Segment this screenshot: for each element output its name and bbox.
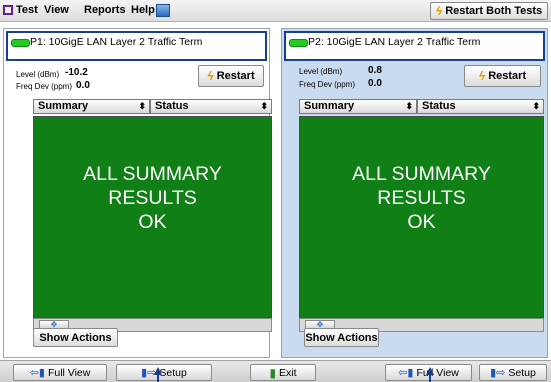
level-value: -10.2 [65,67,88,78]
restart-both-tests-label: Restart Both Tests [445,5,543,17]
menu-test[interactable]: Test [16,4,38,16]
freq-dev-label: Freq Dev (ppm) [299,80,356,89]
full-view-label: Full View [416,366,459,379]
restart-button[interactable]: ϟ Restart [464,65,541,87]
select-arrows-icon: ⬍ [138,101,146,111]
arrow-left-icon: ⇦▮ [398,367,414,379]
result-display: ALL SUMMARY RESULTS OK [299,116,544,318]
freq-dev-label: Freq Dev (ppm) [16,82,73,91]
exit-label: Exit [279,366,297,379]
led-icon [11,39,30,47]
menubar: Test View Reports Help ϟ Restart Both Te… [0,0,551,22]
summary-select-value: Summary [38,100,89,112]
setup-label: Setup [508,366,536,379]
restart-label: Restart [216,70,255,82]
result-message: ALL SUMMARY RESULTS OK [34,162,271,234]
pointer-stem [157,374,159,382]
menu-reports[interactable]: Reports [84,4,126,16]
level-value: 0.8 [368,65,382,76]
menu-help[interactable]: Help [131,4,155,16]
status-select-value: Status [155,100,189,112]
level-label: Level (dBm) [299,67,343,76]
result-line: ALL SUMMARY [352,163,491,185]
show-actions-button[interactable]: Show Actions [304,328,379,347]
exit-button[interactable]: ▮ Exit [250,364,316,381]
setup-label: Setup [159,366,187,379]
status-select[interactable]: Status ⬍ [150,99,272,114]
result-line: OK [407,211,436,233]
bottom-toolbar: ⇦▮ Full View ▮⇨ Setup ▮ Exit ⇦▮ Full Vie… [0,360,551,382]
freq-dev-value: 0.0 [368,78,382,89]
port-1-title-box[interactable]: P1: 10GigE LAN Layer 2 Traffic Term [6,31,267,61]
restart-button[interactable]: ϟ Restart [198,65,264,87]
summary-select-value: Summary [304,100,355,112]
help-icon[interactable] [156,4,170,17]
result-display: ALL SUMMARY RESULTS OK [33,116,272,318]
lightning-icon: ϟ [435,4,443,18]
restart-both-tests-button[interactable]: ϟ Restart Both Tests [430,2,548,20]
setup-button-right[interactable]: ▮⇨ Setup [479,364,547,381]
test-icon [3,5,13,15]
show-actions-label: Show Actions [305,331,378,344]
restart-label: Restart [488,70,527,82]
port-1-title: P1: 10GigE LAN Layer 2 Traffic Term [30,36,203,48]
result-line: RESULTS [377,187,466,209]
full-view-button-left[interactable]: ⇦▮ Full View [13,364,107,381]
port-2-title: P2: 10GigE LAN Layer 2 Traffic Term [308,36,481,48]
summary-select[interactable]: Summary ⬍ [299,99,417,114]
led-icon [289,39,308,47]
freq-dev-value: 0.0 [76,80,90,91]
port-1-pane: P1: 10GigE LAN Layer 2 Traffic Term Leve… [3,28,272,358]
summary-select[interactable]: Summary ⬍ [33,99,150,114]
port-2-title-box[interactable]: P2: 10GigE LAN Layer 2 Traffic Term [284,31,545,61]
arrow-left-icon: ⇦▮ [29,367,45,379]
setup-button-left[interactable]: ▮⇨ Setup [116,364,212,381]
result-line: ALL SUMMARY [83,163,222,185]
result-line: OK [138,211,167,233]
pointer-stem [429,374,431,382]
show-actions-button[interactable]: Show Actions [33,328,118,347]
port-2-pane: P2: 10GigE LAN Layer 2 Traffic Term Leve… [281,28,548,358]
status-select[interactable]: Status ⬍ [417,99,544,114]
select-arrows-icon: ⬍ [260,101,268,111]
lightning-icon: ϟ [478,69,486,83]
level-label: Level (dBm) [16,70,60,79]
menu-view[interactable]: View [44,4,69,16]
result-message: ALL SUMMARY RESULTS OK [300,162,543,234]
status-select-value: Status [422,100,456,112]
select-arrows-icon: ⬍ [532,101,540,111]
result-line: RESULTS [108,187,197,209]
lightning-icon: ϟ [207,69,214,83]
full-view-label: Full View [47,366,91,379]
select-arrows-icon: ⬍ [405,101,413,111]
show-actions-label: Show Actions [39,331,112,344]
arrow-right-icon: ▮⇨ [490,367,506,379]
exit-icon: ▮ [269,365,277,380]
